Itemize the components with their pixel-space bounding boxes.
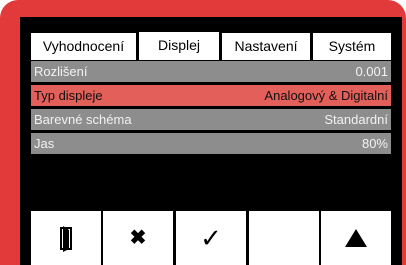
- setting-value: Standardní: [324, 112, 388, 127]
- setting-value: 0.001: [355, 64, 388, 79]
- setting-label: Jas: [34, 136, 55, 151]
- setting-row-barevne-schema[interactable]: Barevné schéma Standardní: [31, 109, 391, 130]
- tab-system[interactable]: Systém: [313, 33, 391, 60]
- tab-vyhodnoceni[interactable]: Vyhodnocení: [31, 33, 136, 60]
- softkey-bar: ✖ ✓: [31, 211, 391, 265]
- setting-row-rozliseni[interactable]: Rozlišení 0.001: [31, 61, 391, 82]
- up-arrow-icon: [345, 229, 367, 247]
- setting-value: 80%: [361, 136, 388, 151]
- setting-label: Barevné schéma: [34, 112, 132, 127]
- setting-value: Analogový & Digitalní: [264, 88, 388, 103]
- setting-row-typ-displeje[interactable]: Typ displeje Analogový & Digitalní: [31, 85, 391, 106]
- up-button[interactable]: [321, 211, 391, 265]
- cancel-x-icon: ✖: [129, 227, 147, 249]
- cancel-button[interactable]: ✖: [103, 211, 173, 265]
- exit-button[interactable]: [31, 211, 101, 265]
- display-screen: Vyhodnocení Displej Nastavení Systém Roz…: [20, 17, 402, 265]
- setting-row-jas[interactable]: Jas 80%: [31, 133, 391, 154]
- tab-bar: Vyhodnocení Displej Nastavení Systém: [31, 32, 391, 60]
- device-frame: Vyhodnocení Displej Nastavení Systém Roz…: [0, 0, 406, 265]
- confirm-button[interactable]: ✓: [176, 211, 246, 265]
- settings-list: Rozlišení 0.001 Typ displeje Analogový &…: [31, 61, 391, 157]
- confirm-check-icon: ✓: [200, 223, 222, 253]
- tab-nastaveni[interactable]: Nastavení: [222, 33, 310, 60]
- exit-door-icon: [60, 226, 72, 252]
- setting-label: Typ displeje: [34, 88, 103, 103]
- tab-displej[interactable]: Displej: [139, 32, 219, 60]
- blank-button[interactable]: [249, 211, 319, 265]
- setting-label: Rozlišení: [34, 64, 88, 79]
